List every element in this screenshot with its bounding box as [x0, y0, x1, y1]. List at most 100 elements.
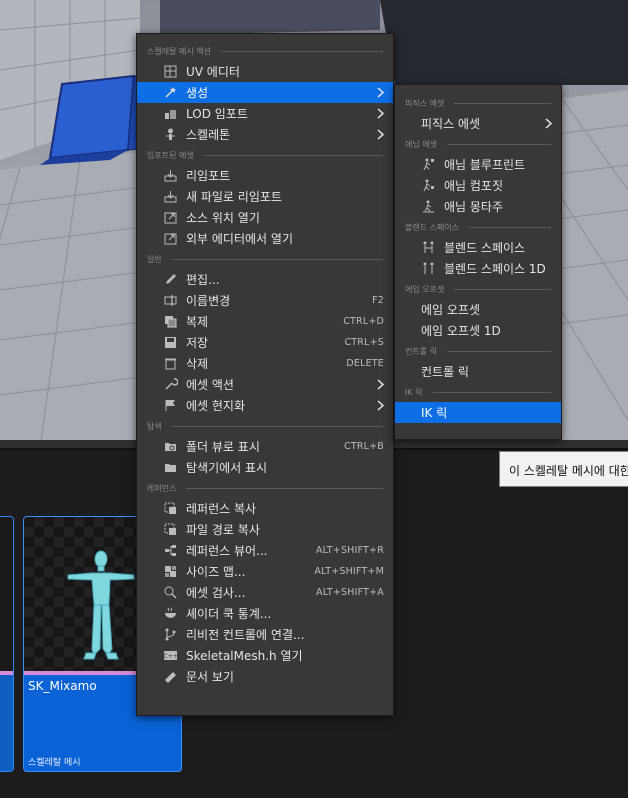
menu-item-ikrig-0[interactable]: IK 릭 — [395, 402, 561, 423]
menu-item-flag[interactable]: 에셋 현지화 — [137, 395, 393, 416]
menu-item-skeleton[interactable]: 스켈레톤 — [137, 124, 393, 145]
menu-item-open-external[interactable]: 외부 에디터에서 열기 — [137, 228, 393, 249]
menu-item-save[interactable]: 저장 CTRL+S — [137, 332, 393, 353]
chevron-right-icon — [375, 86, 385, 99]
shortcut-hint: ALT+SHIFT+R — [315, 545, 384, 556]
menu-item-label: 문서 보기 — [186, 670, 234, 684]
shortcut-hint: F2 — [372, 295, 384, 306]
shortcut-hint: CTRL+B — [343, 441, 384, 452]
menu-item-label: 셰이더 쿡 통계... — [186, 607, 272, 621]
flag-icon — [163, 398, 178, 413]
menu-section-aimoffset: 에임 오프셋 — [395, 279, 561, 299]
folder-search-icon — [163, 439, 178, 454]
menu-item-label: 에셋 검사... — [186, 586, 246, 600]
menu-item-physics-0[interactable]: 피직스 에셋 — [395, 113, 561, 134]
menu-item-size-map[interactable]: 사이즈 맵... ALT+SHIFT+M — [137, 561, 393, 582]
asset-type-strip — [0, 671, 13, 675]
menu-item-label: 레퍼런스 복사 — [186, 502, 257, 516]
menu-item-label: 피직스 에셋 — [421, 117, 481, 131]
menu-item-label: 외부 에디터에서 열기 — [186, 232, 293, 246]
menu-item-label: 삭제 — [186, 357, 209, 371]
menu-section-ikrig: IK 릭 — [395, 382, 561, 402]
menu-item-wrench[interactable]: 에셋 액션 — [137, 374, 393, 395]
copy-reference-icon — [163, 501, 178, 516]
menu-item-label: 리임포트 — [186, 169, 231, 183]
menu-item-reference-viewer[interactable]: 레퍼런스 뷰어... ALT+SHIFT+R — [137, 540, 393, 561]
docs-icon — [163, 669, 178, 684]
menu-item-label: 폴더 뷰로 표시 — [186, 440, 260, 454]
uv-grid-icon — [163, 64, 178, 79]
menu-section-explore: 탐색 — [137, 416, 393, 436]
menu-item-anim-montage[interactable]: 애님 몽타주 — [395, 196, 561, 217]
menu-item-label: 저장 — [186, 336, 209, 350]
menu-item-trash[interactable]: 삭제 DELETE — [137, 353, 393, 374]
tooltip: 이 스켈레탈 메시에 대한 — [499, 451, 628, 487]
menu-section-title: 스켈레탈 메시 액션 — [147, 46, 211, 56]
menu-section-blend: 블렌드 스페이스 — [395, 217, 561, 237]
menu-item-reimport[interactable]: 리임포트 — [137, 165, 393, 186]
menu-section-title: 블렌드 스페이스 — [405, 222, 460, 232]
lod-icon — [163, 106, 178, 121]
menu-item-label: 편집... — [186, 273, 220, 287]
menu-section-skeletal: 스켈레탈 메시 액션 — [137, 41, 393, 61]
menu-item-copy-reference[interactable]: 레퍼런스 복사 — [137, 498, 393, 519]
menu-divider — [446, 143, 551, 145]
anim-montage-icon — [421, 199, 436, 214]
menu-item-label: 스켈레톤 — [186, 128, 231, 142]
menu-item-blendspace-1d[interactable]: 블렌드 스페이스 1D — [395, 258, 561, 279]
reimport-icon — [163, 168, 178, 183]
shader-cook-icon — [163, 606, 178, 621]
menu-section-title: 임포트된 에셋 — [147, 150, 194, 160]
menu-item-lod[interactable]: LOD 임포트 — [137, 103, 393, 124]
menu-divider — [446, 350, 551, 352]
menu-item-audit[interactable]: 에셋 검사... ALT+SHIFT+A — [137, 582, 393, 603]
menu-item-cpp-header[interactable]: C++ SkeletalMesh.h 열기 — [137, 645, 393, 666]
menu-item-label: 파일 경로 복사 — [186, 523, 260, 537]
menu-item-controlrig-0[interactable]: 컨트롤 릭 — [395, 361, 561, 382]
reimport-new-icon — [163, 189, 178, 204]
menu-item-pencil[interactable]: 편집... — [137, 269, 393, 290]
menu-item-copy-path[interactable]: 파일 경로 복사 — [137, 519, 393, 540]
menu-item-folder-explorer[interactable]: 탐색기에서 표시 — [137, 457, 393, 478]
menu-item-label: 에셋 현지화 — [186, 399, 246, 413]
menu-item-label: 생성 — [186, 86, 209, 100]
svg-text:C++: C++ — [163, 653, 177, 660]
menu-divider — [220, 50, 383, 52]
menu-item-label: 블렌드 스페이스 1D — [444, 262, 546, 276]
menu-item-label: 에셋 액션 — [186, 378, 234, 392]
menu-item-open-source[interactable]: 소스 위치 열기 — [137, 207, 393, 228]
menu-section-title: 에임 오프셋 — [405, 284, 445, 294]
menu-item-label: IK 릭 — [421, 406, 448, 420]
menu-item-label: 레퍼런스 뷰어... — [186, 544, 268, 558]
menu-section-title: 피직스 에셋 — [405, 98, 445, 108]
menu-section-references: 레퍼런스 — [137, 478, 393, 498]
menu-item-docs[interactable]: 문서 보기 — [137, 666, 393, 687]
pencil-icon — [163, 272, 178, 287]
create-wand-icon — [163, 85, 178, 100]
menu-divider — [203, 154, 383, 156]
asset-tile-previous[interactable] — [0, 516, 14, 772]
shortcut-hint: CTRL+S — [344, 337, 384, 348]
menu-item-label: 에임 오프셋 — [421, 303, 481, 317]
menu-item-create-wand[interactable]: 생성 — [137, 82, 393, 103]
wrench-icon — [163, 377, 178, 392]
menu-item-uv-grid[interactable]: UV 에디터 — [137, 61, 393, 82]
menu-item-anim-composite[interactable]: 애님 컴포짓 — [395, 175, 561, 196]
revision-control-icon — [163, 627, 178, 642]
menu-section-title: 애님 에셋 — [405, 139, 437, 149]
menu-item-shader-cook[interactable]: 셰이더 쿡 통계... — [137, 603, 393, 624]
menu-item-label: 에임 오프셋 1D — [421, 324, 501, 338]
menu-item-rename[interactable]: 이름변경 F2 — [137, 290, 393, 311]
menu-item-folder-search[interactable]: 폴더 뷰로 표시 CTRL+B — [137, 436, 393, 457]
menu-item-duplicate[interactable]: 복제 CTRL+D — [137, 311, 393, 332]
menu-item-anim-blueprint[interactable]: 애님 블루프린트 — [395, 154, 561, 175]
menu-item-blendspace[interactable]: 블렌드 스페이스 — [395, 237, 561, 258]
menu-item-reimport-new[interactable]: 새 파일로 리임포트 — [137, 186, 393, 207]
menu-item-aimoffset-1[interactable]: 에임 오프셋 1D — [395, 320, 561, 341]
duplicate-icon — [163, 314, 178, 329]
chevron-right-icon — [375, 378, 385, 391]
menu-item-aimoffset-0[interactable]: 에임 오프셋 — [395, 299, 561, 320]
menu-item-label: 애님 블루프린트 — [444, 158, 526, 172]
menu-item-label: 애님 몽타주 — [444, 200, 504, 214]
menu-item-revision-control[interactable]: 리비전 컨트롤에 연결... — [137, 624, 393, 645]
